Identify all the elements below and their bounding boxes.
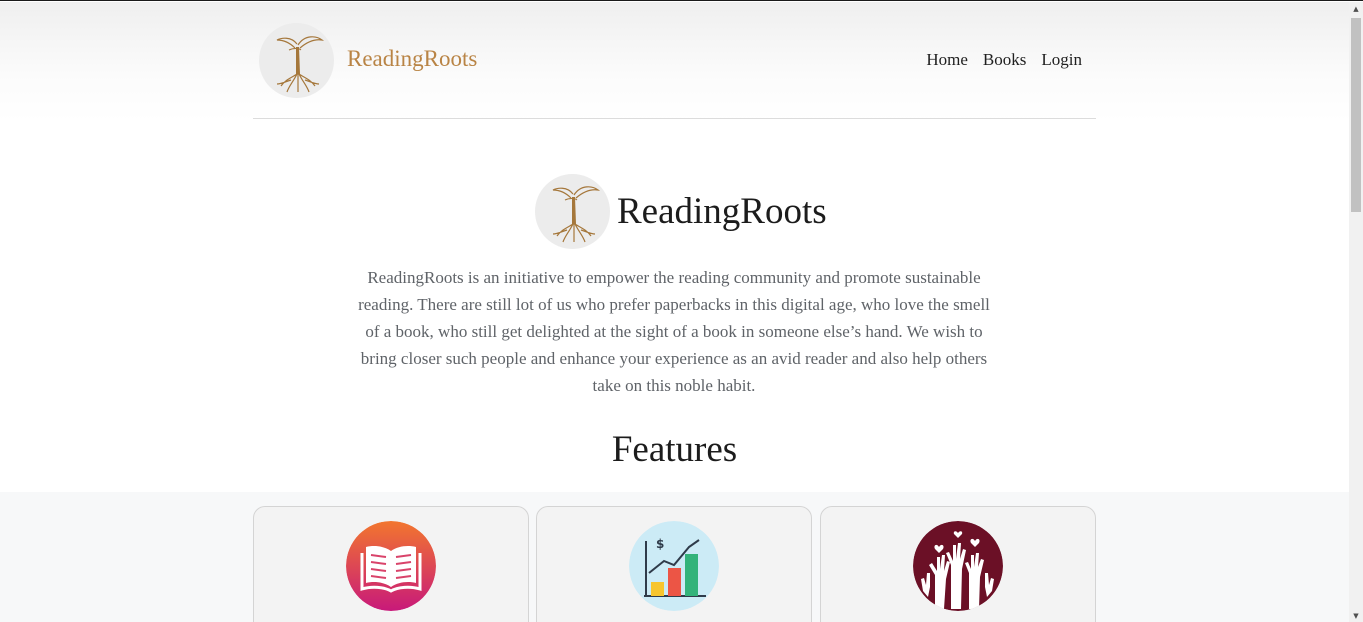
nav-brand-link[interactable]: ReadingRoots (347, 46, 477, 72)
navbar: ReadingRoots Home Books Login (253, 2, 1096, 119)
raised-hands-icon (913, 521, 1003, 611)
nav-logo[interactable] (259, 23, 334, 98)
tree-roots-icon (276, 35, 324, 92)
hero-title: ReadingRoots (617, 190, 827, 232)
scroll-up-arrow-icon[interactable]: ▲ (1349, 2, 1363, 16)
feature-card-community[interactable] (820, 506, 1096, 622)
svg-text:$: $ (656, 537, 664, 551)
hero-description: ReadingRoots is an initiative to empower… (358, 268, 990, 395)
features-title: Features (611, 429, 738, 470)
tree-roots-icon (552, 186, 600, 243)
nav-link-home[interactable]: Home (926, 50, 968, 70)
page: ReadingRoots Home Books Login ReadingRoo… (0, 2, 1349, 622)
feature-card-books[interactable] (253, 506, 529, 622)
hero-title-row: ReadingRoots (535, 173, 827, 249)
feature-card-growth[interactable]: $ (536, 506, 812, 622)
scroll-down-arrow-icon[interactable]: ▼ (1349, 609, 1363, 622)
scrollbar-thumb[interactable] (1351, 18, 1361, 212)
open-book-icon (346, 521, 436, 611)
nav-link-books[interactable]: Books (983, 50, 1026, 70)
growth-chart-icon: $ (629, 521, 719, 611)
hero-logo (535, 173, 610, 249)
nav-link-login[interactable]: Login (1041, 50, 1082, 70)
nav-links: Home Books Login (926, 50, 1082, 70)
vertical-scrollbar[interactable]: ▲ ▼ (1349, 2, 1363, 622)
